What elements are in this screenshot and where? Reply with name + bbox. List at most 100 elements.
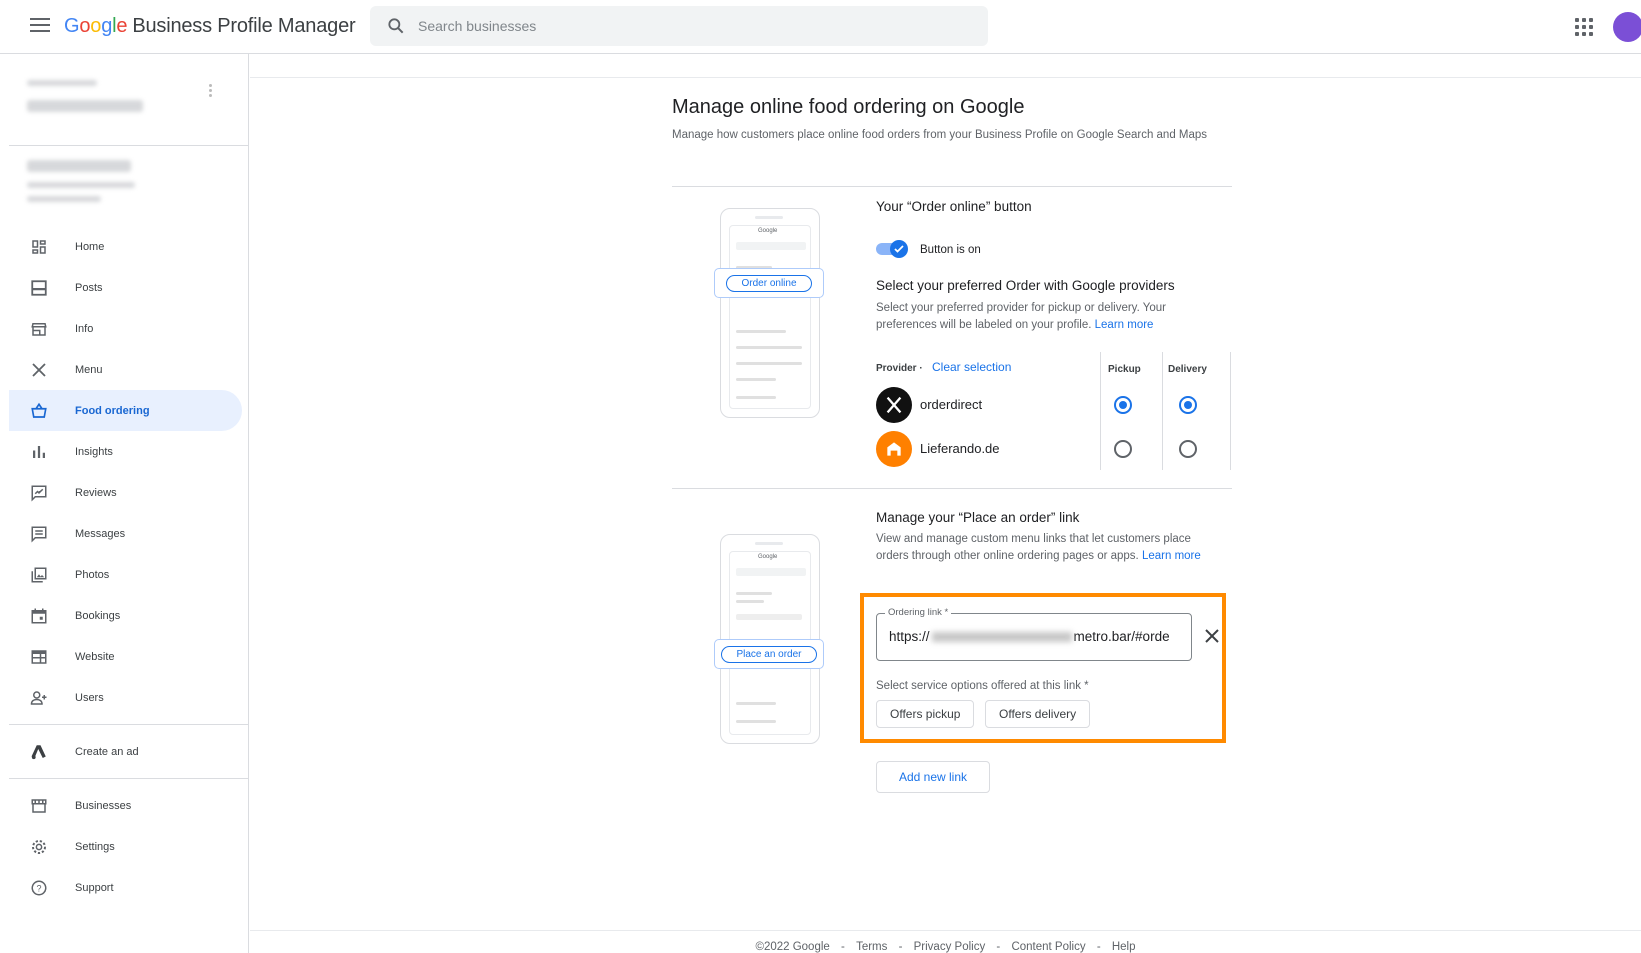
shopping-basket-icon <box>29 401 49 421</box>
url-redacted <box>931 632 1072 643</box>
store-icon <box>29 796 49 816</box>
terms-link[interactable]: Terms <box>856 941 887 953</box>
delivery-column-header: Delivery <box>1168 364 1207 375</box>
place-order-preview-label: Place an order <box>721 645 817 663</box>
app-logo[interactable]: Google Business Profile Manager <box>64 15 356 38</box>
orderdirect-delivery-radio[interactable] <box>1179 396 1197 414</box>
gear-icon <box>29 837 49 857</box>
posts-icon <box>29 278 49 298</box>
lieferando-pickup-radio[interactable] <box>1114 440 1132 458</box>
help-icon: ? <box>29 878 49 898</box>
add-new-link-button[interactable]: Add new link <box>876 761 990 793</box>
sidebar-item-label: Support <box>75 881 114 894</box>
toggle-label: Button is on <box>920 244 981 256</box>
ordering-link-value[interactable]: https:// metro.bar/#orde <box>889 629 1170 644</box>
sidebar: Home Posts Info Menu Food ordering Insig… <box>9 54 249 953</box>
sidebar-item-posts[interactable]: Posts <box>9 267 242 308</box>
order-online-heading: Your “Order online” button <box>876 199 1032 214</box>
url-prefix: https:// <box>889 629 930 644</box>
page-title: Manage online food ordering on Google <box>672 96 1025 118</box>
sidebar-item-bookings[interactable]: Bookings <box>9 595 242 636</box>
divider <box>9 778 248 779</box>
close-icon[interactable] <box>1200 624 1224 648</box>
org-label-redacted <box>27 80 97 86</box>
divider <box>672 186 1232 187</box>
offers-delivery-chip[interactable]: Offers delivery <box>985 700 1091 728</box>
sidebar-item-label: Businesses <box>75 799 132 812</box>
phone-illustration: Google <box>720 208 820 418</box>
sidebar-item-menu[interactable]: Menu <box>9 349 242 390</box>
divider <box>1230 352 1231 470</box>
org-name-redacted <box>27 100 143 112</box>
google-mini-logo: Google <box>758 228 778 234</box>
bar-chart-icon <box>29 442 49 462</box>
copyright: ©2022 Google <box>755 941 830 953</box>
sidebar-item-info[interactable]: Info <box>9 308 242 349</box>
separator: - <box>898 941 903 953</box>
footer: ©2022 Google - Terms - Privacy Policy - … <box>250 930 1641 953</box>
learn-more-link[interactable]: Learn more <box>1142 550 1201 562</box>
learn-more-link[interactable]: Learn more <box>1095 319 1154 331</box>
sidebar-item-label: Posts <box>75 281 103 294</box>
divider <box>1162 352 1163 470</box>
lieferando-delivery-radio[interactable] <box>1179 440 1197 458</box>
url-suffix: metro.bar/#orde <box>1073 629 1170 644</box>
divider <box>9 724 248 725</box>
google-mini-logo: Google <box>758 554 778 560</box>
ordering-link-label: Ordering link * <box>885 607 952 618</box>
main-content: Manage online food ordering on Google Ma… <box>250 54 1641 953</box>
sidebar-item-insights[interactable]: Insights <box>9 431 242 472</box>
logo-letter: g <box>101 15 113 37</box>
place-order-description: View and manage custom menu links that l… <box>876 531 1221 565</box>
orderdirect-pickup-radio[interactable] <box>1114 396 1132 414</box>
avatar[interactable] <box>1613 12 1641 42</box>
orderdirect-logo <box>876 387 912 423</box>
sidebar-item-label: Photos <box>75 568 110 581</box>
sidebar-item-support[interactable]: ? Support <box>9 867 242 908</box>
place-order-preview: Place an order <box>714 639 824 669</box>
sidebar-item-home[interactable]: Home <box>9 226 242 267</box>
app-name: Business Profile Manager <box>132 15 356 37</box>
chat-icon <box>29 524 49 544</box>
chip-label: Offers delivery <box>999 707 1077 721</box>
more-vert-icon[interactable] <box>209 84 213 98</box>
providers-heading: Select your preferred Order with Google … <box>876 278 1175 293</box>
web-icon <box>29 647 49 667</box>
sidebar-item-website[interactable]: Website <box>9 636 242 677</box>
clear-selection-link[interactable]: Clear selection <box>932 359 1011 376</box>
logo-letter: o <box>90 15 102 37</box>
logo-letter: e <box>116 15 128 37</box>
privacy-policy-link[interactable]: Privacy Policy <box>914 941 986 953</box>
sidebar-item-users[interactable]: Users <box>9 677 242 718</box>
add-user-icon <box>29 688 49 708</box>
sidebar-item-food-ordering[interactable]: Food ordering <box>9 390 242 431</box>
divider <box>250 77 1641 78</box>
check-icon <box>894 245 904 253</box>
ordering-link-field[interactable]: Ordering link * https:// metro.bar/#orde <box>876 607 1192 661</box>
divider <box>1100 352 1101 470</box>
offers-pickup-chip[interactable]: Offers pickup <box>876 700 975 728</box>
search-icon <box>388 18 404 34</box>
search-bar[interactable] <box>370 6 988 46</box>
separator: - <box>1096 941 1101 953</box>
sidebar-item-create-ad[interactable]: Create an ad <box>9 731 242 772</box>
order-online-toggle[interactable] <box>876 240 908 258</box>
organization-switcher[interactable] <box>9 54 248 146</box>
divider <box>672 488 1232 489</box>
sidebar-item-photos[interactable]: Photos <box>9 554 242 595</box>
order-online-preview-label: Order online <box>726 274 812 292</box>
sidebar-item-label: Messages <box>75 527 126 540</box>
help-link[interactable]: Help <box>1112 941 1136 953</box>
pickup-column-header: Pickup <box>1108 364 1141 375</box>
search-input[interactable] <box>418 6 978 46</box>
place-order-heading: Manage your “Place an order” link <box>876 510 1080 525</box>
apps-grid-icon[interactable] <box>1575 18 1593 36</box>
sidebar-item-businesses[interactable]: Businesses <box>9 785 242 826</box>
sidebar-item-reviews[interactable]: Reviews <box>9 472 242 513</box>
sidebar-item-settings[interactable]: Settings <box>9 826 242 867</box>
content-policy-link[interactable]: Content Policy <box>1011 941 1085 953</box>
sidebar-item-label: Create an ad <box>75 745 139 758</box>
sidebar-item-messages[interactable]: Messages <box>9 513 242 554</box>
sidebar-item-label: Bookings <box>75 609 121 622</box>
menu-icon[interactable] <box>30 18 50 34</box>
